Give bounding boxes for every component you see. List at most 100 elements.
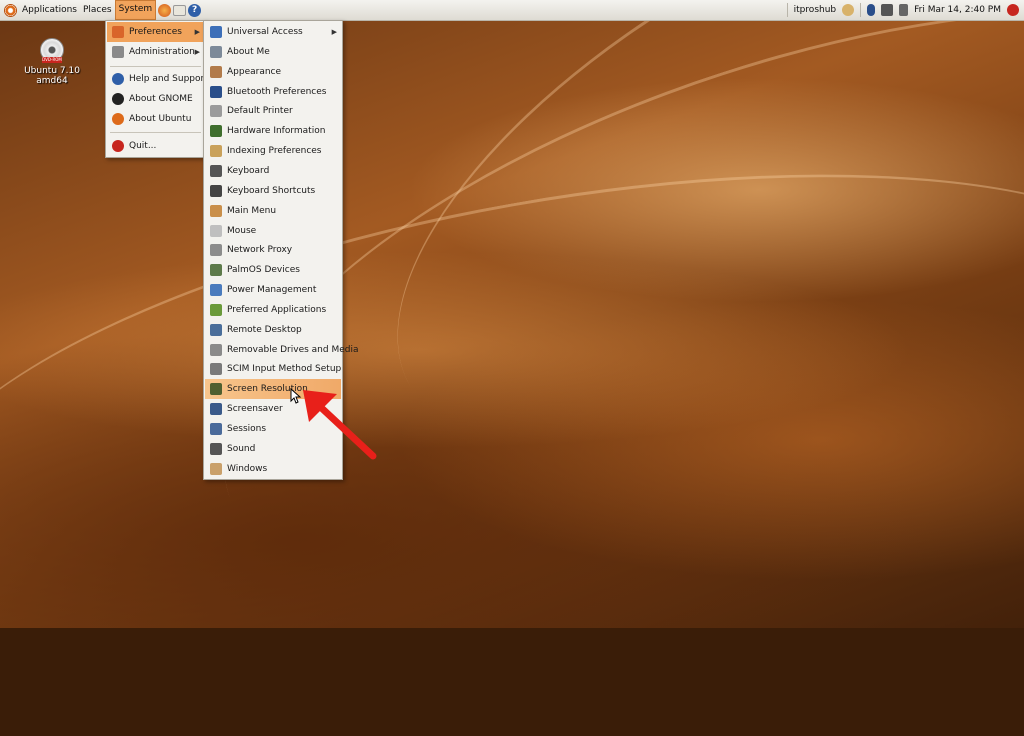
network-icon[interactable] xyxy=(842,4,855,16)
shutdown-icon[interactable] xyxy=(1007,4,1019,16)
red-arrow-annotation xyxy=(303,390,377,460)
menu-item-default-printer[interactable]: Default Printer xyxy=(205,101,341,121)
menu-item-mouse[interactable]: Mouse xyxy=(205,221,341,241)
dvd-disc-icon: DVD-ROM xyxy=(40,38,64,63)
printer-icon xyxy=(210,105,222,118)
menu-item-label: Indexing Preferences xyxy=(227,146,322,157)
menu-item-label: Preferences xyxy=(129,27,182,37)
remote-desktop-icon xyxy=(210,323,222,336)
bluetooth-icon xyxy=(210,85,222,98)
top-panel: Applications Places System ? itproshub F… xyxy=(0,0,1024,21)
menu-item-power-management[interactable]: Power Management xyxy=(205,280,341,300)
menu-item-help-and-support[interactable]: Help and Support xyxy=(107,69,208,89)
sessions-icon xyxy=(210,423,222,435)
menu-item-label: Keyboard xyxy=(227,165,270,176)
ubuntu-icon xyxy=(112,113,124,125)
firefox-launcher-icon[interactable] xyxy=(158,3,172,17)
preferred-apps-icon xyxy=(210,303,222,316)
administration-icon xyxy=(112,46,124,58)
dvd-label: DVD-ROM xyxy=(42,57,62,63)
menu-item-label: Appearance xyxy=(227,66,282,77)
volume-icon[interactable] xyxy=(899,4,909,16)
menu-item-label: Removable Drives and Media xyxy=(227,344,359,355)
menu-item-administration[interactable]: Administration ▶ xyxy=(107,42,204,62)
menu-item-label: Bluetooth Preferences xyxy=(227,86,327,97)
menu-item-label: Preferred Applications xyxy=(227,304,327,315)
menu-item-main-menu[interactable]: Main Menu xyxy=(205,201,341,221)
menu-item-label: SCIM Input Method Setup xyxy=(227,364,342,375)
menu-item-about-me[interactable]: About Me xyxy=(205,42,341,62)
ubuntu-logo-icon[interactable] xyxy=(4,3,17,17)
screensaver-icon xyxy=(210,403,222,416)
sound-icon xyxy=(210,442,222,455)
menu-item-bluetooth-preferences[interactable]: Bluetooth Preferences xyxy=(205,82,341,102)
removable-media-icon xyxy=(210,343,222,356)
menu-item-label: Help and Support xyxy=(129,74,208,84)
menu-item-label: Screensaver xyxy=(227,404,283,415)
menu-item-label: Keyboard Shortcuts xyxy=(227,185,316,196)
keyboard-icon xyxy=(210,164,222,177)
panel-separator xyxy=(860,3,862,17)
scim-icon xyxy=(210,363,222,376)
network-proxy-icon xyxy=(210,244,222,257)
dvd-desktop-icon[interactable]: DVD-ROM Ubuntu 7.10 amd64 xyxy=(10,38,94,86)
appearance-icon xyxy=(210,65,222,78)
bluetooth-tray-icon[interactable] xyxy=(867,4,876,16)
menu-item-keyboard-shortcuts[interactable]: Keyboard Shortcuts xyxy=(205,181,341,201)
menu-item-universal-access[interactable]: Universal Access ▶ xyxy=(205,22,341,42)
applications-menu[interactable]: Applications xyxy=(19,1,80,19)
menu-item-label: Power Management xyxy=(227,285,317,296)
universal-access-icon xyxy=(210,26,222,38)
main-menu-icon xyxy=(210,204,222,217)
display-tray-icon[interactable] xyxy=(881,4,894,16)
menu-item-hardware-information[interactable]: Hardware Information xyxy=(205,121,341,141)
help-launcher-icon[interactable]: ? xyxy=(188,3,202,17)
windows-icon xyxy=(210,462,222,475)
menu-item-preferences[interactable]: Preferences ▶ xyxy=(107,22,204,42)
about-me-icon xyxy=(210,45,222,58)
menu-item-keyboard[interactable]: Keyboard xyxy=(205,161,341,181)
power-management-icon xyxy=(210,284,222,297)
menu-item-about-ubuntu[interactable]: About Ubuntu xyxy=(107,109,204,129)
mouse-icon xyxy=(210,224,222,237)
menu-item-label: Hardware Information xyxy=(227,126,326,137)
menu-item-about-gnome[interactable]: About GNOME xyxy=(107,89,204,109)
menu-item-label: Quit... xyxy=(129,141,157,151)
menu-item-label: Universal Access xyxy=(227,27,303,37)
menu-item-label: About Ubuntu xyxy=(129,114,192,124)
places-menu[interactable]: Places xyxy=(80,1,115,19)
screen-resolution-icon xyxy=(210,383,222,396)
menu-item-network-proxy[interactable]: Network Proxy xyxy=(205,240,341,260)
dvd-name: Ubuntu 7.10 amd64 xyxy=(24,66,80,86)
palm-icon xyxy=(210,264,222,277)
submenu-arrow-icon: ▶ xyxy=(194,48,200,56)
username-label[interactable]: itproshub xyxy=(791,1,840,19)
menu-item-palmos-devices[interactable]: PalmOS Devices xyxy=(205,260,341,280)
menu-item-appearance[interactable]: Appearance xyxy=(205,62,341,82)
preferences-icon xyxy=(112,26,124,38)
menu-item-label: Network Proxy xyxy=(227,245,293,256)
menu-item-label: Main Menu xyxy=(227,205,277,216)
keyboard-shortcuts-icon xyxy=(210,184,222,197)
panel-tray: itproshub Fri Mar 14, 2:40 PM xyxy=(784,0,1024,20)
mail-launcher-icon[interactable] xyxy=(173,4,187,16)
panel-separator xyxy=(786,3,788,17)
menu-item-label: PalmOS Devices xyxy=(227,265,300,276)
menu-item-preferred-applications[interactable]: Preferred Applications xyxy=(205,300,341,320)
mouse-cursor-icon xyxy=(290,388,302,404)
menu-item-label: About Me xyxy=(227,46,270,57)
menu-item-indexing-preferences[interactable]: Indexing Preferences xyxy=(205,141,341,161)
system-dropdown-menu: Preferences ▶ Administration ▶ Help and … xyxy=(105,20,208,158)
menu-item-remote-desktop[interactable]: Remote Desktop xyxy=(205,320,341,340)
clock[interactable]: Fri Mar 14, 2:40 PM xyxy=(911,1,1004,19)
submenu-arrow-icon: ▶ xyxy=(331,28,337,36)
menu-item-scim-input-method-setup[interactable]: SCIM Input Method Setup xyxy=(205,359,341,379)
menu-item-quit[interactable]: Quit... xyxy=(107,136,204,156)
menu-item-label: Default Printer xyxy=(227,106,293,117)
menu-item-label: Sessions xyxy=(227,424,267,434)
menu-item-label: Mouse xyxy=(227,225,257,236)
menu-item-removable-drives-and-media[interactable]: Removable Drives and Media xyxy=(205,340,358,360)
indexing-icon xyxy=(210,145,222,158)
system-menu[interactable]: System xyxy=(114,0,157,20)
menu-item-label: Administration xyxy=(129,47,195,57)
